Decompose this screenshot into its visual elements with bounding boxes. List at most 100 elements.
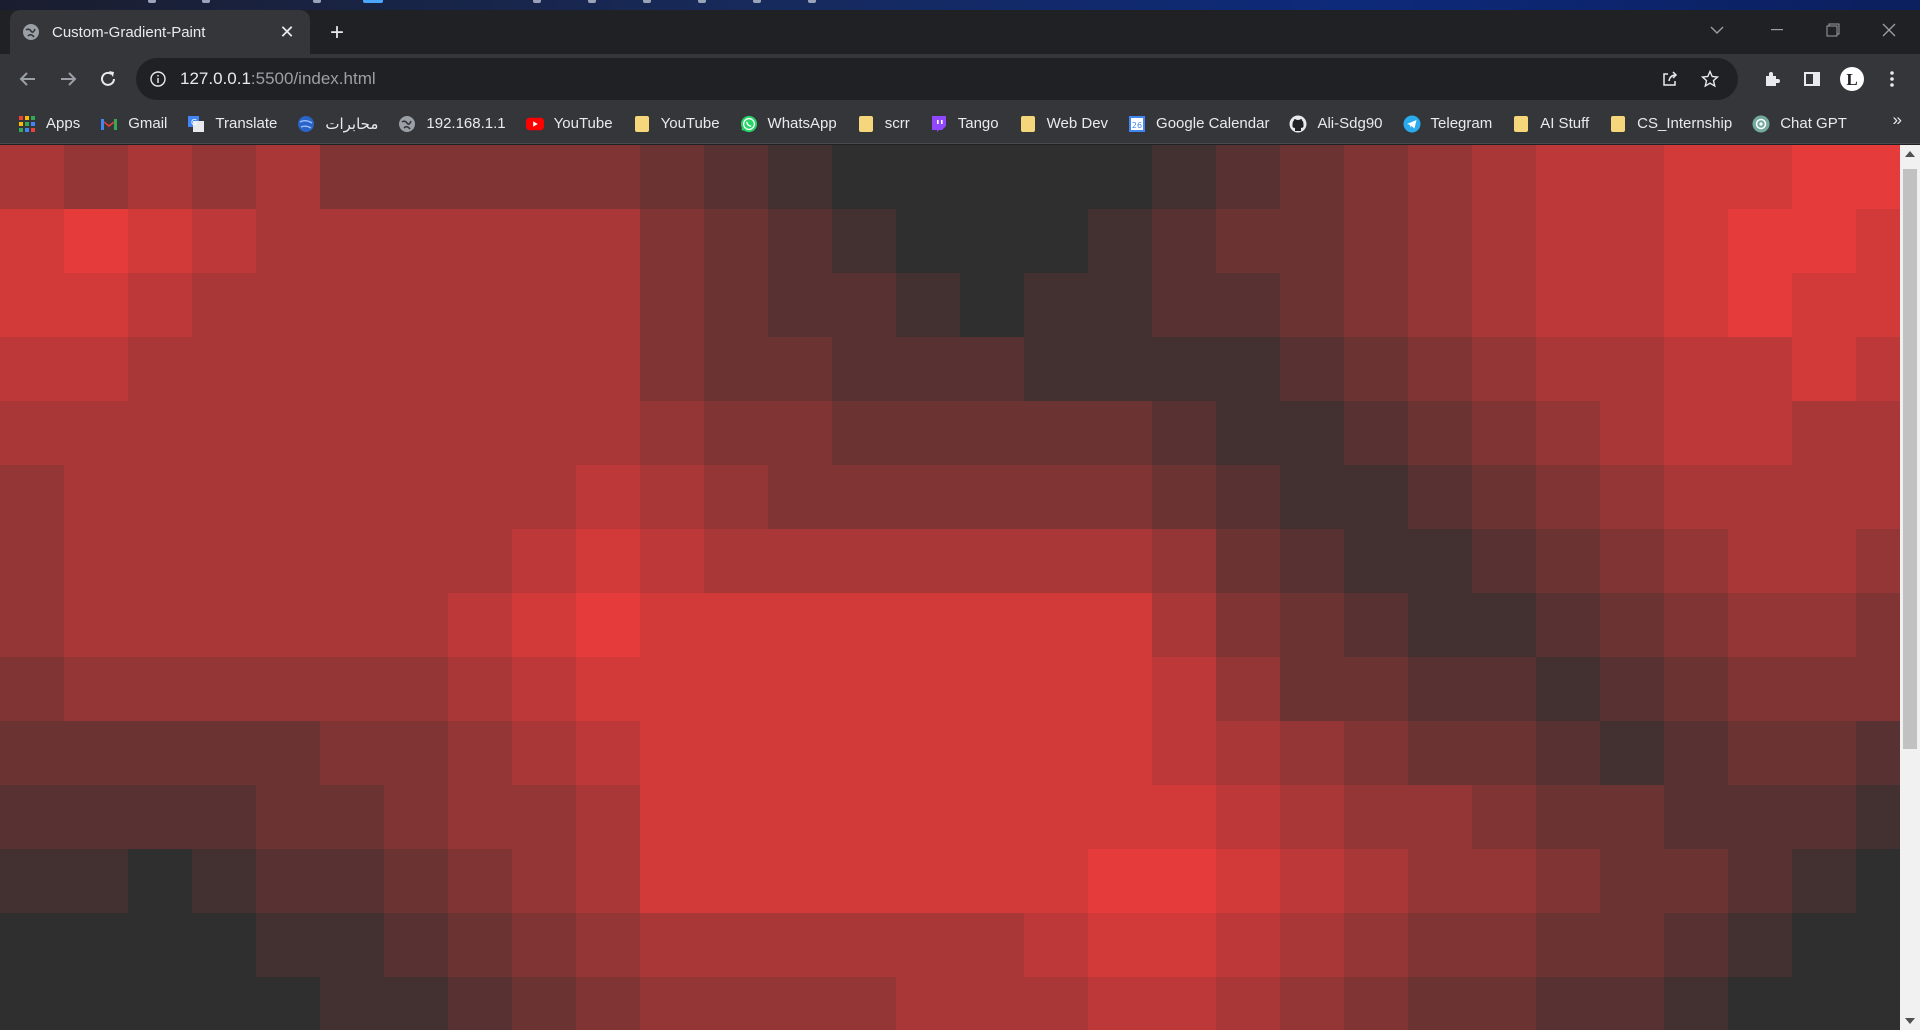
paint-cell[interactable]	[640, 529, 704, 593]
paint-cell[interactable]	[512, 593, 576, 657]
bookmark-item[interactable]: Chat GPT	[1752, 109, 1855, 139]
paint-cell[interactable]	[1664, 785, 1728, 849]
paint-cell[interactable]	[1152, 849, 1216, 913]
paint-cell[interactable]	[960, 273, 1024, 337]
paint-cell[interactable]	[192, 657, 256, 721]
paint-cell[interactable]	[192, 401, 256, 465]
bookmark-item[interactable]: scrr	[857, 109, 918, 139]
paint-cell[interactable]	[1024, 657, 1088, 721]
paint-cell[interactable]	[1024, 785, 1088, 849]
paint-cell[interactable]	[1856, 977, 1900, 1030]
paint-cell[interactable]	[832, 657, 896, 721]
paint-cell[interactable]	[896, 657, 960, 721]
paint-cell[interactable]	[192, 849, 256, 913]
paint-cell[interactable]	[960, 529, 1024, 593]
paint-cell[interactable]	[1792, 785, 1856, 849]
paint-cell[interactable]	[704, 273, 768, 337]
paint-cell[interactable]	[192, 465, 256, 529]
paint-cell[interactable]	[1024, 593, 1088, 657]
paint-cell[interactable]	[576, 913, 640, 977]
paint-cell[interactable]	[256, 273, 320, 337]
paint-cell[interactable]	[1088, 657, 1152, 721]
paint-cell[interactable]	[960, 593, 1024, 657]
bookmark-star-icon[interactable]	[1694, 63, 1726, 95]
paint-cell[interactable]	[768, 593, 832, 657]
paint-cell[interactable]	[192, 529, 256, 593]
paint-cell[interactable]	[1856, 593, 1900, 657]
paint-cell[interactable]	[448, 465, 512, 529]
paint-cell[interactable]	[0, 977, 64, 1030]
paint-cell[interactable]	[640, 977, 704, 1030]
paint-cell[interactable]	[704, 913, 768, 977]
paint-cell[interactable]	[1792, 273, 1856, 337]
paint-cell[interactable]	[512, 977, 576, 1030]
paint-cell[interactable]	[896, 209, 960, 273]
paint-cell[interactable]	[0, 657, 64, 721]
paint-cell[interactable]	[128, 145, 192, 209]
paint-cell[interactable]	[512, 337, 576, 401]
paint-cell[interactable]	[704, 465, 768, 529]
paint-cell[interactable]	[896, 337, 960, 401]
paint-cell[interactable]	[1344, 913, 1408, 977]
paint-cell[interactable]	[1664, 721, 1728, 785]
paint-cell[interactable]	[1344, 721, 1408, 785]
paint-cell[interactable]	[1856, 145, 1900, 209]
paint-cell[interactable]	[1472, 977, 1536, 1030]
paint-cell[interactable]	[1792, 401, 1856, 465]
paint-cell[interactable]	[1344, 337, 1408, 401]
paint-cell[interactable]	[1600, 657, 1664, 721]
paint-cell[interactable]	[0, 145, 64, 209]
paint-cell[interactable]	[640, 273, 704, 337]
paint-cell[interactable]	[1216, 209, 1280, 273]
paint-cell[interactable]	[768, 209, 832, 273]
paint-cell[interactable]	[1472, 721, 1536, 785]
paint-cell[interactable]	[640, 337, 704, 401]
paint-cell[interactable]	[1344, 209, 1408, 273]
paint-cell[interactable]	[1216, 977, 1280, 1030]
paint-cell[interactable]	[960, 721, 1024, 785]
paint-cell[interactable]	[128, 721, 192, 785]
paint-cell[interactable]	[256, 529, 320, 593]
paint-cell[interactable]	[448, 721, 512, 785]
tab-search-button[interactable]	[1690, 10, 1744, 50]
bookmark-item[interactable]: Telegram	[1403, 109, 1501, 139]
paint-cell[interactable]	[384, 977, 448, 1030]
paint-cell[interactable]	[448, 529, 512, 593]
paint-cell[interactable]	[0, 721, 64, 785]
paint-cell[interactable]	[1664, 401, 1728, 465]
scroll-down-arrow-icon[interactable]	[1900, 1012, 1920, 1030]
paint-cell[interactable]	[1536, 977, 1600, 1030]
paint-cell[interactable]	[1728, 145, 1792, 209]
paint-cell[interactable]	[192, 785, 256, 849]
paint-cell[interactable]	[320, 401, 384, 465]
paint-cell[interactable]	[1344, 977, 1408, 1030]
paint-cell[interactable]	[1472, 209, 1536, 273]
paint-cell[interactable]	[64, 785, 128, 849]
bookmark-item[interactable]: G Translate	[187, 109, 285, 139]
paint-cell[interactable]	[128, 273, 192, 337]
paint-cell[interactable]	[320, 145, 384, 209]
paint-cell[interactable]	[1024, 849, 1088, 913]
paint-cell[interactable]	[960, 209, 1024, 273]
paint-cell[interactable]	[64, 977, 128, 1030]
paint-cell[interactable]	[1408, 145, 1472, 209]
paint-cell[interactable]	[64, 337, 128, 401]
paint-cell[interactable]	[1792, 657, 1856, 721]
paint-cell[interactable]	[1280, 785, 1344, 849]
paint-cell[interactable]	[320, 657, 384, 721]
paint-cell[interactable]	[1344, 593, 1408, 657]
paint-cell[interactable]	[1664, 145, 1728, 209]
paint-cell[interactable]	[640, 913, 704, 977]
paint-cell[interactable]	[768, 401, 832, 465]
menu-kebab-icon[interactable]	[1876, 63, 1908, 95]
paint-cell[interactable]	[832, 721, 896, 785]
paint-cell[interactable]	[1152, 401, 1216, 465]
paint-cell[interactable]	[1600, 337, 1664, 401]
paint-cell[interactable]	[1792, 721, 1856, 785]
paint-cell[interactable]	[256, 849, 320, 913]
paint-cell[interactable]	[640, 465, 704, 529]
tab-close-button[interactable]: ✕	[276, 21, 298, 43]
paint-cell[interactable]	[1728, 209, 1792, 273]
paint-cell[interactable]	[1856, 209, 1900, 273]
paint-cell[interactable]	[1472, 913, 1536, 977]
